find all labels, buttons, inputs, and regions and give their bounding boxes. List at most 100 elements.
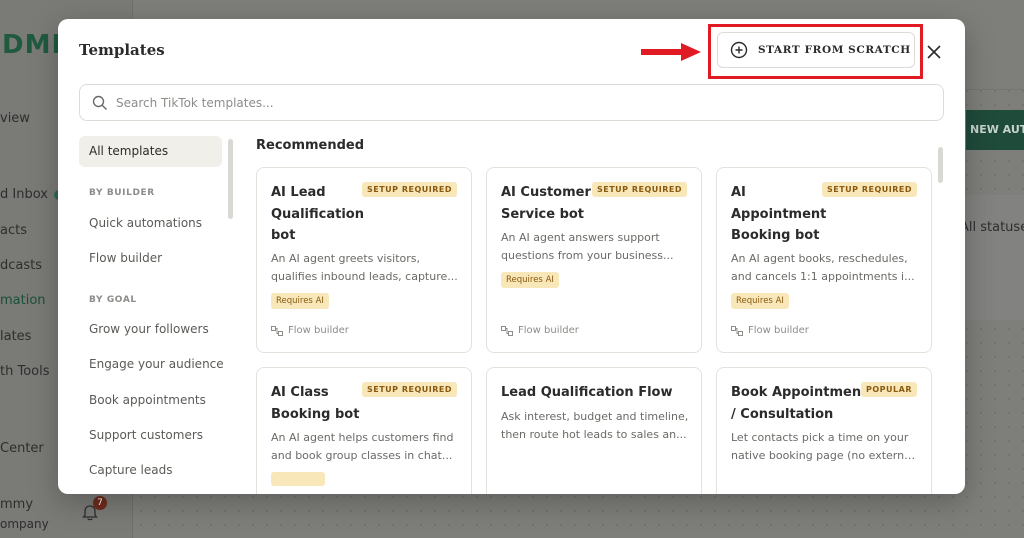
start-from-scratch-label: START FROM SCRATCH (758, 44, 911, 56)
card-description: An AI agent greets visitors, qualifies i… (271, 250, 461, 285)
template-card-book-appointment[interactable]: Book Appointment / Consultation POPULAR … (716, 367, 932, 494)
search-bar (79, 84, 944, 121)
card-desc-line: An AI agent helps customers find (271, 431, 454, 444)
filter-book-appointments[interactable]: Book appointments (79, 385, 222, 416)
search-input[interactable] (116, 95, 816, 110)
plus-circle-icon (730, 41, 748, 59)
templates-scroll-thumb[interactable] (938, 147, 943, 183)
card-description: An AI agent books, reschedules, and canc… (731, 250, 921, 285)
setup-required-badge: SETUP REQUIRED (362, 182, 457, 197)
filter-quick-automations[interactable]: Quick automations (79, 208, 222, 239)
templates-modal: Templates START FROM SCRATCH All templat… (58, 19, 965, 494)
filter-group-by-builder: BY BUILDER (89, 188, 155, 198)
sidebar-item-inbox[interactable]: d Inbox (0, 187, 48, 202)
card-title-line: Book Appointment (731, 385, 868, 400)
card-title-line: AI (731, 185, 746, 200)
flow-builder-icon (731, 325, 743, 336)
flow-builder-icon (501, 325, 513, 336)
card-title-line: Appointment (731, 206, 827, 222)
search-icon (92, 95, 107, 110)
section-title-recommended: Recommended (256, 138, 365, 153)
card-footer: Flow builder (271, 325, 349, 336)
filter-grow-followers[interactable]: Grow your followers (79, 314, 222, 345)
logo: DMI (2, 30, 63, 60)
arrow-annotation-icon (641, 43, 701, 61)
filter-support-customers[interactable]: Support customers (79, 420, 222, 451)
template-card-ai-appointment-booking[interactable]: AI Appointment Booking bot SETUP REQUIRE… (716, 167, 932, 353)
card-title-line: Booking bot (731, 228, 820, 243)
setup-required-badge: SETUP REQUIRED (362, 382, 457, 397)
user-name: mmy (0, 497, 34, 512)
card-title: Lead Qualification Flow (501, 382, 672, 404)
card-description: Let contacts pick a time on your native … (731, 429, 921, 464)
close-icon (927, 45, 941, 59)
card-footer: Flow builder (501, 325, 579, 336)
card-desc-line: An AI agent greets visitors, (271, 252, 421, 265)
requires-ai-tag (271, 472, 325, 486)
filters-scrollbar[interactable] (228, 139, 233, 487)
start-from-scratch-button[interactable]: START FROM SCRATCH (717, 32, 915, 68)
card-footer-label: Flow builder (288, 325, 349, 336)
card-desc-line: native booking page (no externa... (731, 448, 921, 462)
close-button[interactable] (923, 41, 945, 63)
sidebar-item-growth-tools[interactable]: th Tools (0, 364, 50, 379)
requires-ai-tag: Requires AI (731, 293, 789, 309)
notification-badge: 7 (93, 496, 107, 510)
card-desc-line: and cancels 1:1 appointments i... (731, 269, 915, 283)
filter-engage-audience[interactable]: Engage your audience (79, 349, 224, 380)
card-footer: Flow builder (731, 325, 809, 336)
template-card-ai-customer-service[interactable]: AI Customer Service bot SETUP REQUIRED A… (486, 167, 702, 353)
card-title-line: Service bot (501, 206, 585, 222)
card-desc-line: and book group classes in chat... (271, 448, 453, 462)
new-automation-button[interactable]: NEW AUTO (966, 110, 1024, 150)
card-desc-line: Let contacts pick a time on your (731, 431, 909, 444)
popular-badge: POPULAR (861, 382, 917, 397)
flow-builder-icon (271, 325, 283, 336)
card-desc-line: then route hot leads to sales an... (501, 427, 687, 441)
card-description: Ask interest, budget and timeline, then … (501, 408, 691, 443)
card-title-line: AI Lead (271, 185, 326, 200)
filters-scroll-thumb[interactable] (228, 139, 233, 219)
card-desc-line: qualifies inbound leads, capture... (271, 269, 458, 283)
filter-all-templates[interactable]: All templates (79, 136, 222, 167)
user-company: ompany (0, 517, 49, 531)
filter-group-by-goal: BY GOAL (89, 295, 137, 305)
card-footer-label: Flow builder (748, 325, 809, 336)
card-description: An AI agent helps customers find and boo… (271, 429, 461, 464)
card-title: AI Appointment Booking bot (731, 182, 826, 247)
template-filters: All templates BY BUILDER Quick automatio… (79, 136, 229, 494)
card-title-line: Lead Qualification Flow (501, 385, 673, 400)
sidebar-item-overview[interactable]: view (0, 111, 30, 126)
card-desc-line: An AI agent books, reschedules, (731, 252, 908, 265)
setup-required-badge: SETUP REQUIRED (822, 182, 917, 197)
template-card-ai-class-booking[interactable]: AI Class Booking bot SETUP REQUIRED An A… (256, 367, 472, 494)
requires-ai-tag: Requires AI (271, 293, 329, 309)
requires-ai-tag: Requires AI (501, 272, 559, 288)
card-title: Book Appointment / Consultation (731, 382, 867, 425)
card-desc-line: Ask interest, budget and timeline, (501, 410, 689, 423)
filter-capture-leads[interactable]: Capture leads (79, 455, 222, 486)
card-title: AI Class Booking bot (271, 382, 359, 425)
sidebar-item-contacts[interactable]: acts (0, 223, 27, 238)
card-footer-label: Flow builder (518, 325, 579, 336)
card-title-line: bot (271, 228, 296, 243)
status-filter[interactable]: All statuses (960, 220, 1024, 235)
template-card-lead-qualification-flow[interactable]: Lead Qualification Flow Ask interest, bu… (486, 367, 702, 494)
sidebar-item-broadcasts[interactable]: dcasts (0, 258, 42, 273)
card-title: AI Customer Service bot (501, 182, 591, 225)
card-title-line: AI Customer (501, 185, 591, 200)
card-title-line: Booking bot (271, 406, 360, 422)
sidebar-item-automation[interactable]: mation (0, 293, 46, 308)
card-title: AI Lead Qualification bot (271, 182, 364, 247)
card-desc-line: questions from your business... (501, 248, 674, 262)
sidebar-item-templates[interactable]: lates (0, 329, 31, 344)
templates-scrollbar[interactable] (938, 139, 943, 487)
card-title-line: AI Class (271, 385, 329, 400)
card-description: An AI agent answers support questions fr… (501, 229, 691, 264)
template-card-ai-lead-qualification[interactable]: AI Lead Qualification bot SETUP REQUIRED… (256, 167, 472, 353)
setup-required-badge: SETUP REQUIRED (592, 182, 687, 197)
sidebar-item-help-center[interactable]: Center (0, 441, 44, 456)
filter-flow-builder[interactable]: Flow builder (79, 243, 222, 274)
template-grid: AI Lead Qualification bot SETUP REQUIRED… (256, 167, 936, 494)
card-desc-line: An AI agent answers support (501, 231, 660, 244)
